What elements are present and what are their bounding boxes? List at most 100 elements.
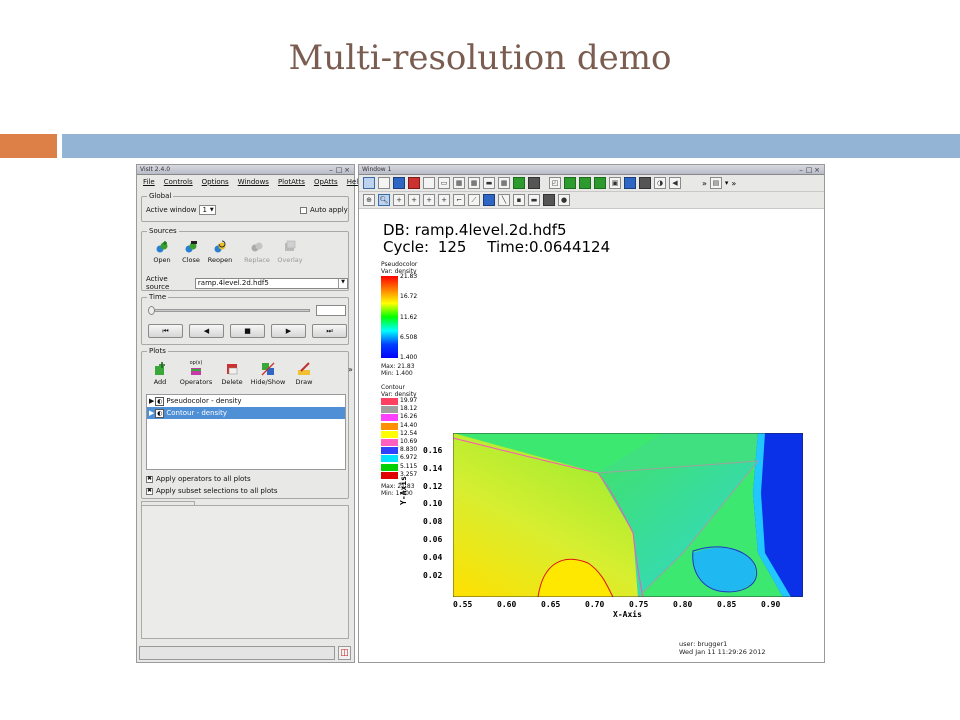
time-slider[interactable] xyxy=(150,309,310,312)
more-tools-icon[interactable]: » xyxy=(348,365,353,374)
layout-3x2-icon[interactable]: ▦ xyxy=(498,177,510,189)
delete-window-icon[interactable] xyxy=(423,177,435,189)
contour-level-label: 12.54 xyxy=(400,429,418,437)
y-tick-label: 0.16 xyxy=(423,446,443,455)
vcr-reverse-button[interactable]: ◀ xyxy=(189,324,224,338)
auto-apply-checkbox[interactable] xyxy=(300,206,307,214)
clone-window-icon[interactable] xyxy=(378,177,390,189)
box-tool-icon[interactable]: ▪ xyxy=(513,194,525,206)
plot-visibility-icon[interactable]: ◐ xyxy=(155,396,165,406)
lineout-mode-icon[interactable]: + xyxy=(438,194,450,206)
replace-button[interactable]: Replace xyxy=(243,240,271,264)
open-label: Open xyxy=(153,256,171,264)
chevron-down-icon[interactable]: ▾ xyxy=(725,179,729,187)
menu-plotatts[interactable]: PlotAtts xyxy=(278,178,305,186)
menu-controls[interactable]: Controls xyxy=(164,178,193,186)
open-button[interactable]: Open xyxy=(148,240,176,264)
contour-level-label: 14.40 xyxy=(400,421,418,429)
vcr-last-button[interactable]: ⏭ xyxy=(312,324,347,338)
plot-visibility-icon[interactable]: ◐ xyxy=(155,408,165,418)
minimize-icon[interactable]: – xyxy=(797,166,805,174)
delete-plot-button[interactable]: Delete xyxy=(218,362,246,386)
lock-view-icon[interactable] xyxy=(513,177,525,189)
query-icon[interactable] xyxy=(594,177,606,189)
pseudocolor-tick: 11.62 xyxy=(400,314,418,321)
expand-arrow-icon[interactable]: ▶ xyxy=(149,397,154,405)
lock-time-icon[interactable] xyxy=(528,177,540,189)
sphere-tool-icon[interactable] xyxy=(543,194,555,206)
maximize-icon[interactable]: □ xyxy=(805,166,813,174)
contour-level-label: 8.830 xyxy=(400,446,418,454)
draw-button[interactable]: Draw xyxy=(290,362,318,386)
zone-pick-icon[interactable]: + xyxy=(393,194,405,206)
active-window-spinbox[interactable]: 1 ▼ xyxy=(199,205,217,215)
cycle-time-annotation: Cycle: 125 Time:0.0644124 xyxy=(383,238,610,256)
plot-list-item-selected[interactable]: ▶ ◐ Contour - density xyxy=(147,407,345,419)
add-plot-button[interactable]: Add xyxy=(146,362,174,386)
sphere-shaded-icon[interactable]: ● xyxy=(558,194,570,206)
vcr-first-button[interactable]: ⏮ xyxy=(148,324,183,338)
more-toolbar-icon[interactable]: » xyxy=(702,179,707,188)
plane-tool-icon[interactable] xyxy=(483,194,495,206)
pick-icon[interactable]: ▣ xyxy=(609,177,621,189)
layout-3x3-icon[interactable]: ▦ xyxy=(468,177,480,189)
x-axis-label: X-Axis xyxy=(613,610,642,619)
overlay-button[interactable]: Overlay xyxy=(276,240,304,264)
plot-zone-icon[interactable] xyxy=(564,177,576,189)
contour-level-label: 10.69 xyxy=(400,438,418,445)
previous-icon[interactable]: ◀ xyxy=(669,177,681,189)
x-tick-label: 0.55 xyxy=(453,600,473,609)
expand-arrow-icon[interactable]: ▶ xyxy=(149,409,154,417)
copy-window-icon[interactable] xyxy=(393,177,405,189)
menu-file[interactable]: File xyxy=(143,178,155,186)
plot-node-icon[interactable] xyxy=(579,177,591,189)
apply-operators-checkbox[interactable]: ✖ xyxy=(146,475,153,483)
operators-button[interactable]: op(s) Operators xyxy=(178,360,214,386)
curve-icon[interactable]: ⌐ xyxy=(453,194,465,206)
y-tick-label: 0.04 xyxy=(423,552,443,562)
spin-icon[interactable] xyxy=(639,177,651,189)
line-tool-icon[interactable]: ⟋ xyxy=(468,194,480,206)
close-window-icon[interactable]: × xyxy=(813,166,821,174)
active-source-combo[interactable]: ramp.4level.2d.hdf5 ▼ xyxy=(194,277,348,289)
zoom-icon[interactable]: 🔍︎ xyxy=(378,194,390,206)
menu-opatts[interactable]: OpAtts xyxy=(314,178,338,186)
spreadsheet-pick-icon[interactable]: + xyxy=(423,194,435,206)
close-gui-icon[interactable]: ◫ xyxy=(338,646,351,660)
save-image-icon[interactable]: ▤ xyxy=(709,177,722,189)
plot-list[interactable]: ▶ ◐ Pseudocolor - density ▶ ◐ Contour - … xyxy=(146,394,346,470)
close-source-button[interactable]: Close xyxy=(177,240,205,264)
close-window-icon[interactable]: × xyxy=(343,166,351,174)
layout-2x4-icon[interactable]: ▬ xyxy=(483,177,495,189)
point-tool-icon[interactable]: ╲ xyxy=(498,194,510,206)
layout-1x2-icon[interactable]: ▭ xyxy=(438,177,450,189)
time-label: Time:0.0644124 xyxy=(487,238,611,256)
menu-windows[interactable]: Windows xyxy=(238,178,269,186)
navigate-icon[interactable]: ⊕ xyxy=(363,194,375,206)
menu-options[interactable]: Options xyxy=(202,178,229,186)
pseudocolor-tick: 16.72 xyxy=(400,293,418,300)
cylinder-tool-icon[interactable]: ▬ xyxy=(528,194,540,206)
clear-window-icon[interactable] xyxy=(408,177,420,189)
time-state-input[interactable] xyxy=(316,305,346,316)
hide-show-button[interactable]: Hide/Show xyxy=(250,362,286,386)
contour-level-label: 16.26 xyxy=(400,413,418,421)
viewer-toolbar-modes: ⊕ 🔍︎ + + + + ⌐ ⟋ ╲ ▪ ▬ ● xyxy=(359,192,824,209)
vcr-play-button[interactable]: ▶ xyxy=(271,324,306,338)
maximize-icon[interactable]: □ xyxy=(335,166,343,174)
vcr-stop-button[interactable]: ■ xyxy=(230,324,265,338)
node-pick-icon[interactable]: + xyxy=(408,194,420,206)
minimize-icon[interactable]: – xyxy=(327,166,335,174)
active-window-label: Active window xyxy=(146,206,197,214)
plot-list-item[interactable]: ▶ ◐ Pseudocolor - density xyxy=(147,395,345,407)
lineout-icon[interactable] xyxy=(624,177,636,189)
perspective-icon[interactable]: ◰ xyxy=(549,177,561,189)
more-toolbar-icon[interactable]: » xyxy=(731,179,736,188)
apply-subset-checkbox[interactable]: ✖ xyxy=(146,487,153,495)
add-window-icon[interactable] xyxy=(363,177,375,189)
reopen-button[interactable]: Reopen xyxy=(206,240,234,264)
layout-2x2-icon[interactable]: ▦ xyxy=(453,177,465,189)
time-slider-handle[interactable] xyxy=(148,306,155,315)
shading-icon[interactable]: ◑ xyxy=(654,177,666,189)
overlay-icon xyxy=(285,240,296,251)
